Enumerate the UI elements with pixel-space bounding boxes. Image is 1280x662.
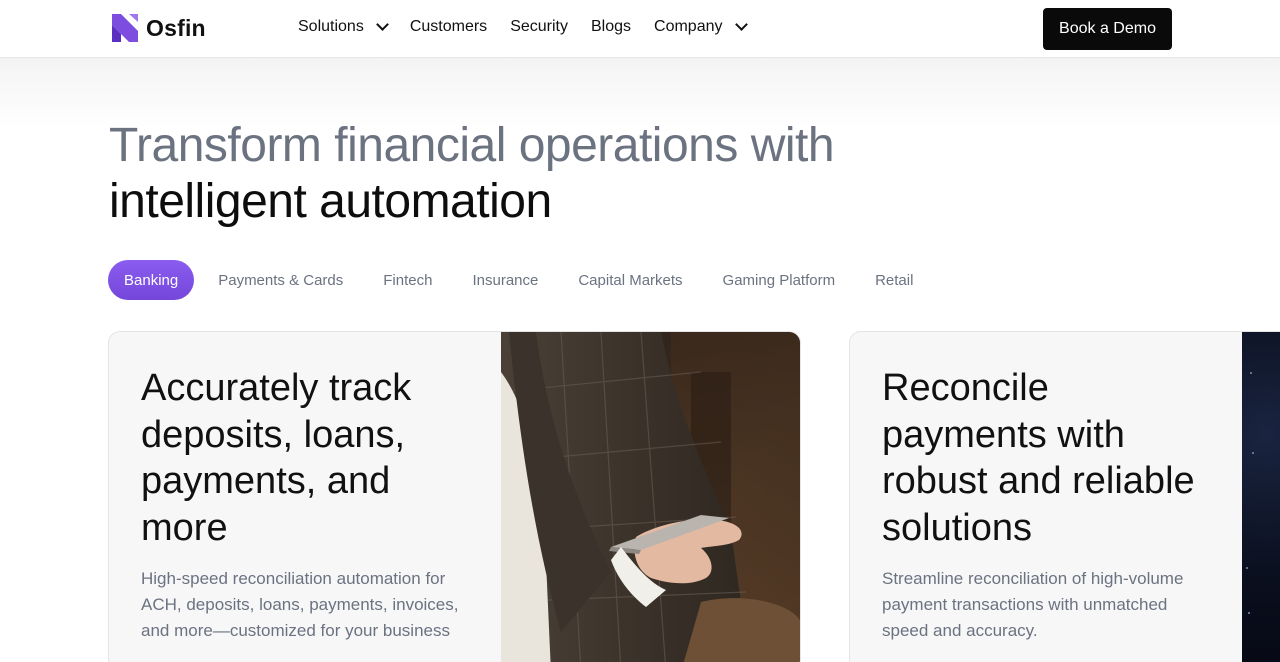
industry-tabs: Banking Payments & Cards Fintech Insuran… — [108, 260, 953, 300]
chevron-down-icon — [734, 18, 748, 31]
tab-banking[interactable]: Banking — [108, 260, 195, 300]
star — [1252, 452, 1254, 454]
card-title: Reconcile payments with robust and relia… — [882, 367, 1195, 549]
card-title: Accurately track deposits, loans, paymen… — [141, 367, 412, 549]
logo-text: Osfin — [146, 14, 206, 41]
tab-gaming-platform[interactable]: Gaming Platform — [723, 260, 836, 300]
solution-card-payments[interactable]: Reconcile payments with robust and relia… — [849, 331, 1280, 662]
page-title-line1: Transform financial operations with — [109, 119, 835, 172]
site-header: Osfin Solutions Customers Security Blogs… — [0, 0, 1280, 58]
page-title: Transform financial operations with inte… — [109, 118, 835, 230]
tab-fintech[interactable]: Fintech — [383, 260, 432, 300]
star — [1250, 372, 1252, 374]
card-description: High-speed reconciliation automation for… — [141, 569, 459, 640]
chevron-down-icon — [375, 18, 389, 31]
person-holding-card-photo — [501, 332, 800, 662]
main-nav: Solutions Customers Security Blogs Compa… — [298, 18, 769, 36]
tab-insurance[interactable]: Insurance — [472, 260, 538, 300]
nav-blogs-label: Blogs — [590, 18, 632, 35]
solution-card-banking[interactable]: Accurately track deposits, loans, paymen… — [108, 331, 801, 662]
nav-customers-label: Customers — [409, 18, 488, 35]
page-title-line2: intelligent automation — [109, 175, 552, 228]
tab-payments-cards[interactable]: Payments & Cards — [218, 260, 343, 300]
nav-customers[interactable]: Customers — [410, 18, 487, 36]
nav-company[interactable]: Company — [654, 18, 748, 36]
tab-retail[interactable]: Retail — [875, 260, 913, 300]
nav-blogs[interactable]: Blogs — [591, 18, 631, 36]
nav-solutions[interactable]: Solutions — [298, 18, 389, 36]
nav-company-label: Company — [654, 18, 723, 35]
card-description: Streamline reconciliation of high-volume… — [882, 569, 1184, 640]
osfin-logo-icon — [112, 14, 138, 42]
nav-security[interactable]: Security — [510, 18, 568, 36]
nav-solutions-label: Solutions — [298, 18, 364, 35]
nav-security-label: Security — [510, 18, 568, 35]
night-sky-photo — [1242, 332, 1280, 662]
tab-capital-markets[interactable]: Capital Markets — [578, 260, 682, 300]
star — [1248, 612, 1250, 614]
book-demo-button[interactable]: Book a Demo — [1043, 8, 1172, 50]
star — [1246, 567, 1248, 569]
logo[interactable]: Osfin — [112, 14, 206, 42]
